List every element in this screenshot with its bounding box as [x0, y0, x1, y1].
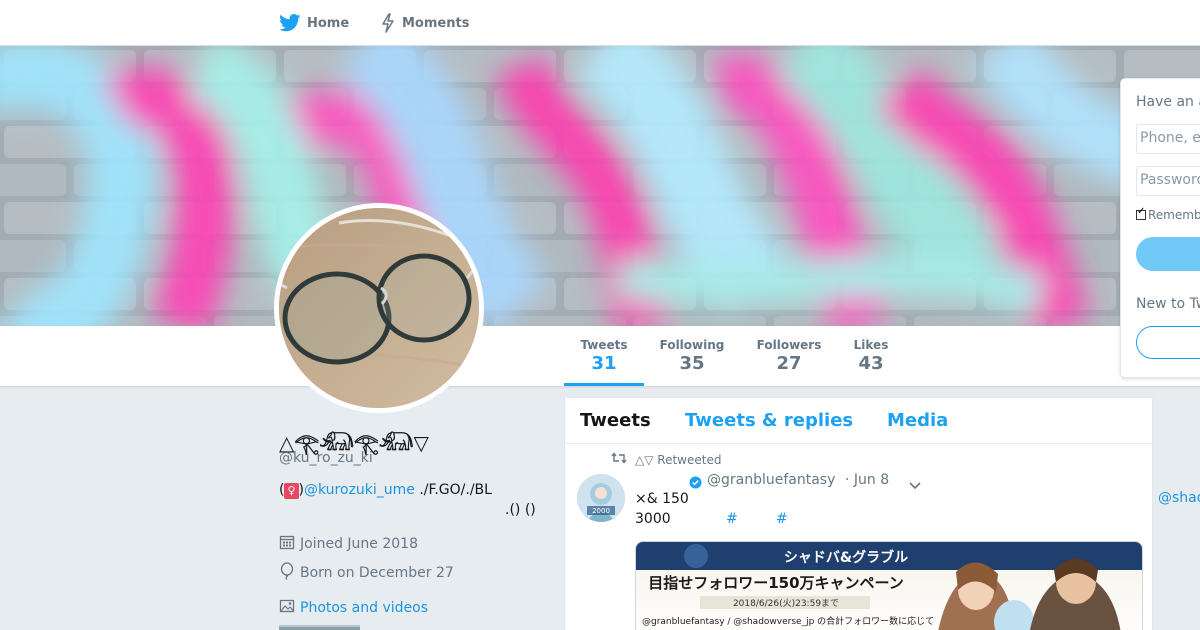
- media-period: 2018/6/26(火)23:59まで: [733, 598, 839, 609]
- image-icon: [279, 598, 295, 618]
- stat-followers-value: 27: [776, 353, 802, 374]
- stat-likes[interactable]: Likes 43: [840, 326, 902, 386]
- media-thumbnail[interactable]: [279, 625, 360, 630]
- stat-likes-label: Likes: [853, 338, 889, 352]
- profile-handle[interactable]: @ku_ro_zu_ki: [279, 450, 373, 466]
- bio-mention-link[interactable]: @kurozuki_ume: [304, 482, 415, 498]
- stat-following[interactable]: Following 35: [652, 326, 732, 386]
- photos-and-videos-link[interactable]: Photos and videos: [279, 598, 428, 618]
- password-input[interactable]: Password: [1136, 166, 1200, 196]
- tab-tweets-and-replies[interactable]: Tweets & replies: [685, 410, 853, 431]
- top-navigation: Home Moments: [0, 0, 1200, 46]
- media-title: 目指せフォロワー150万キャンペーン: [648, 574, 904, 592]
- login-title: Have an a: [1136, 94, 1200, 110]
- nav-moments-label: Moments: [402, 15, 470, 31]
- lightning-icon: [380, 13, 396, 33]
- retweet-context: △▽ Retweeted: [611, 452, 721, 467]
- stat-likes-value: 43: [858, 353, 884, 374]
- profile-header-image: [0, 46, 1200, 326]
- media-accounts: @granbluefantasy / @shadowverse_jp の合計フォ…: [642, 615, 934, 627]
- photos-label: Photos and videos: [300, 600, 429, 616]
- balloon-icon: [279, 562, 295, 584]
- stat-tweets-label: Tweets: [580, 338, 628, 352]
- retweeted-label: △▽ Retweeted: [635, 452, 722, 467]
- tweet-timestamp[interactable]: · Jun 8: [845, 472, 889, 488]
- remember-me[interactable]: Rememb: [1136, 206, 1200, 222]
- tweet-text-line1: ×& 150: [635, 491, 689, 507]
- nav-home-label: Home: [307, 15, 350, 31]
- joined-date: Joined June 2018: [279, 534, 418, 554]
- stat-followers[interactable]: Followers 27: [750, 326, 828, 386]
- calendar-icon: [279, 534, 295, 554]
- remember-checkbox[interactable]: [1136, 206, 1146, 220]
- bio-rest: ./F.GO/./BL: [414, 482, 492, 498]
- signup-button[interactable]: [1136, 326, 1200, 359]
- login-card: Have an a Phone, e Password Rememb New t…: [1120, 78, 1200, 378]
- remember-label: Rememb: [1148, 208, 1200, 222]
- twitter-bird-icon: [279, 14, 301, 32]
- chevron-down-icon[interactable]: [908, 476, 922, 495]
- new-to-twitter-title: New to Tw: [1136, 296, 1200, 312]
- tweet-media-image[interactable]: シャドバ&グラブル 目指せフォロワー150万キャンペーン 2018/6/26(火…: [635, 541, 1143, 630]
- timeline: Tweets Tweets & replies Media △▽ Retweet…: [564, 397, 1153, 630]
- birthday: Born on December 27: [279, 562, 454, 584]
- side-mention-link[interactable]: @shad: [1158, 490, 1200, 506]
- avatar-caption: 2000: [592, 507, 610, 515]
- stat-tweets-value: 31: [591, 353, 617, 374]
- phone-email-input[interactable]: Phone, e: [1136, 124, 1200, 154]
- tweet-hashtag-link[interactable]: #: [776, 511, 788, 527]
- stat-tweets[interactable]: Tweets 31: [564, 326, 644, 386]
- profile-stats-bar: Tweets 31 Following 35 Followers 27 Like…: [0, 326, 1200, 386]
- media-title-top: シャドバ&グラブル: [784, 549, 908, 566]
- timeline-tabs: Tweets Tweets & replies Media: [565, 398, 1152, 444]
- nav-home[interactable]: Home: [279, 0, 349, 46]
- tab-media[interactable]: Media: [887, 410, 948, 431]
- tweet-hashtag-link[interactable]: #: [726, 511, 738, 527]
- tweet-text-line2: 3000: [635, 511, 671, 527]
- login-button[interactable]: [1136, 237, 1200, 271]
- profile-bio-line2: .() (): [505, 502, 536, 518]
- born-text: Born on December 27: [300, 565, 454, 581]
- profile-avatar[interactable]: [274, 203, 484, 413]
- verified-badge-icon: [689, 474, 702, 493]
- stat-following-value: 35: [679, 353, 705, 374]
- female-sign-icon: ♀: [284, 483, 299, 499]
- retweet-icon: [611, 452, 627, 467]
- tab-tweets[interactable]: Tweets: [580, 410, 651, 431]
- joined-text: Joined June 2018: [300, 536, 418, 552]
- stat-following-label: Following: [659, 338, 725, 352]
- nav-moments[interactable]: Moments: [380, 0, 469, 46]
- profile-bio: (♀)@kurozuki_ume ./F.GO/./BL: [279, 482, 492, 499]
- tweet-author-avatar[interactable]: 2000: [577, 474, 625, 522]
- stat-followers-label: Followers: [756, 338, 822, 352]
- tweet-author-handle[interactable]: @granbluefantasy: [707, 472, 835, 488]
